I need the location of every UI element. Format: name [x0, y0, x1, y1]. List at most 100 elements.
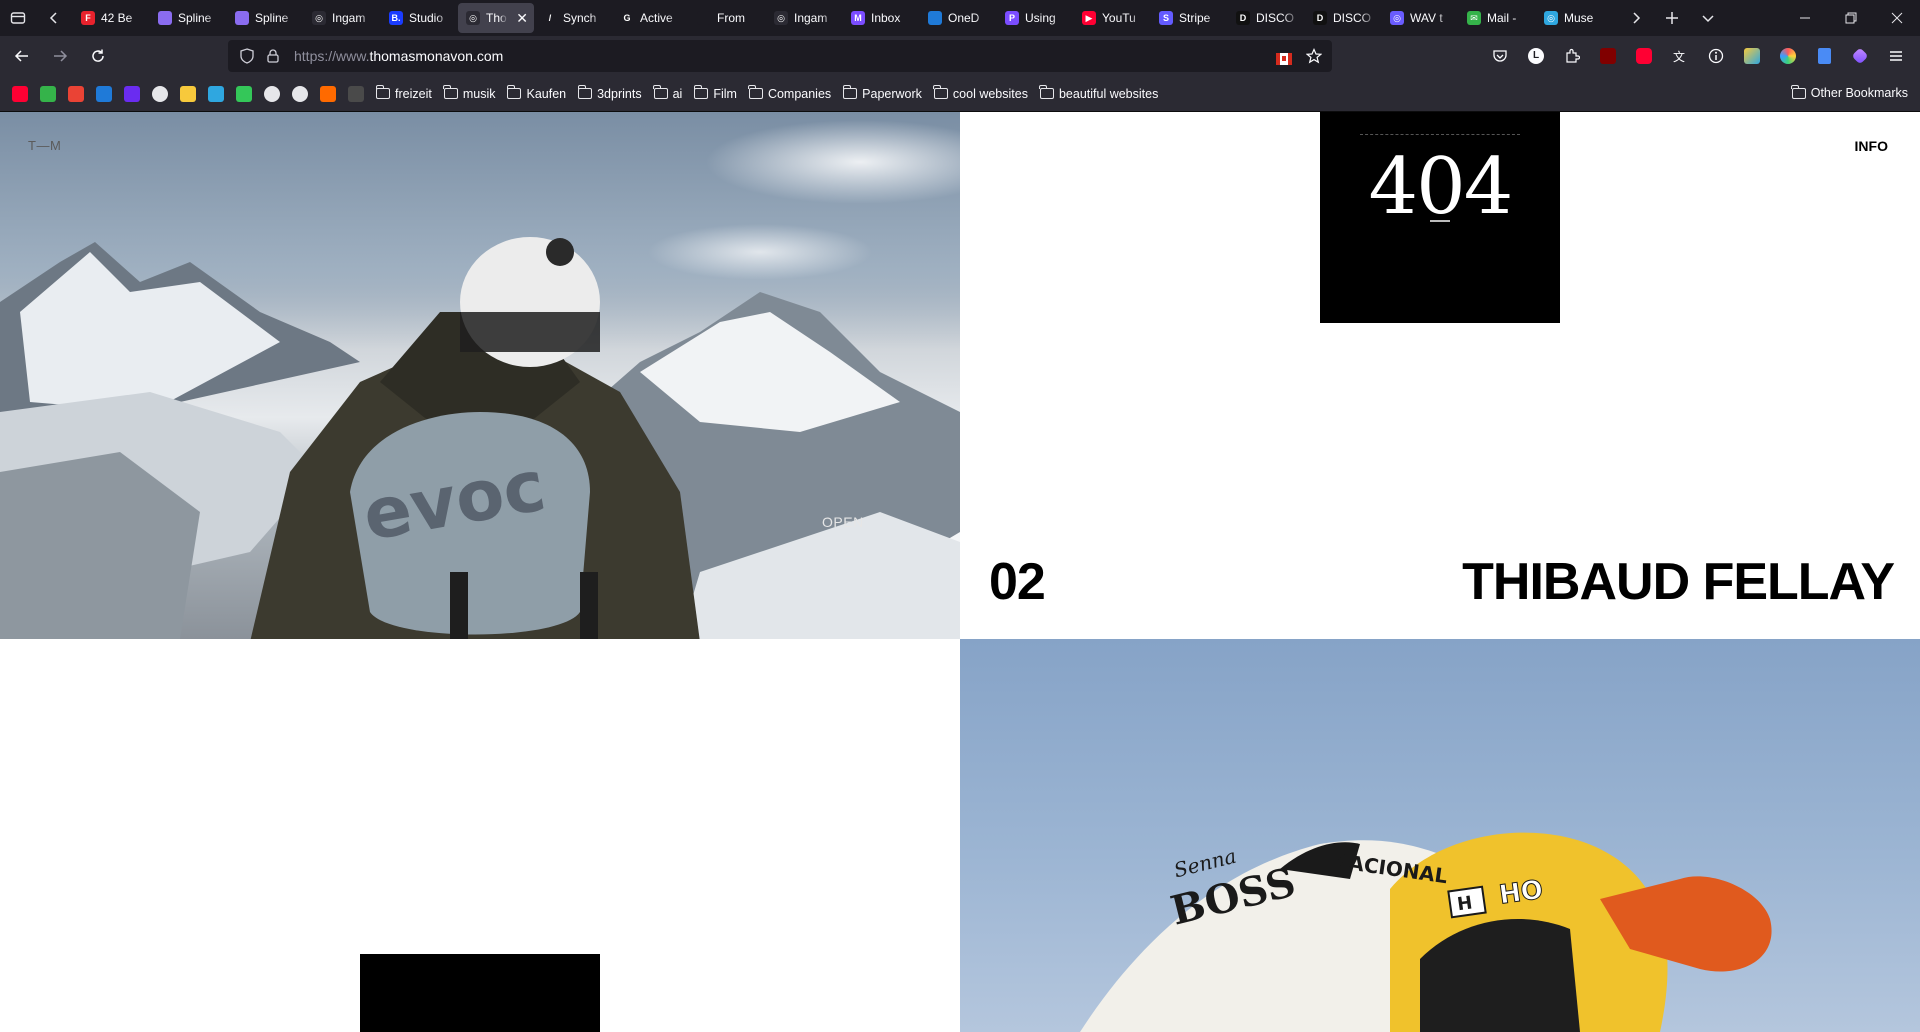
project-tile-dark[interactable]: [360, 954, 600, 1032]
tracking-protection-icon[interactable]: [234, 48, 260, 64]
tab-18[interactable]: ✉ Mail -: [1459, 3, 1535, 33]
tab-6[interactable]: / Synch: [535, 3, 611, 33]
color-picker-extension-icon[interactable]: [1734, 40, 1770, 72]
bookmark-folder-6[interactable]: Companies: [748, 85, 831, 101]
scroll-tabs-right-icon[interactable]: [1618, 0, 1654, 36]
bookmark-favicon-icon-9[interactable]: [264, 85, 280, 102]
tab-10[interactable]: M Inbox: [843, 3, 919, 33]
bookmark-favicon-icon-0[interactable]: [12, 85, 28, 102]
extensions-puzzle-icon[interactable]: [1554, 40, 1590, 72]
tab-label: DISCO: [1256, 11, 1295, 25]
bookmark-favicon-icon-3[interactable]: [96, 85, 112, 102]
extensions-toolbar: L 文: [1482, 40, 1914, 72]
bookmark-folder-0[interactable]: freizeit: [375, 85, 432, 101]
bookmark-favicon-icon-2[interactable]: [68, 85, 84, 102]
tab-label: Inbox: [871, 11, 901, 25]
tab-11[interactable]: OneD: [920, 3, 996, 33]
bookmark-favicon-icon-8[interactable]: [236, 85, 252, 102]
tab-4[interactable]: B. Studio: [381, 3, 457, 33]
bookmark-favicon-icon-5[interactable]: [152, 85, 168, 102]
bookmark-folder-label: Kaufen: [526, 86, 567, 101]
bookmark-favicon-icon-7[interactable]: [208, 85, 224, 102]
bookmark-folder-8[interactable]: cool websites: [933, 85, 1028, 101]
lock-icon[interactable]: [260, 49, 286, 63]
tab-favicon-icon: ◎: [1390, 11, 1404, 25]
bookmark-folder-5[interactable]: Film: [693, 85, 737, 101]
project-name[interactable]: THIBAUD FELLAY: [1462, 552, 1895, 612]
account-avatar-icon[interactable]: L: [1518, 40, 1554, 72]
info-extension-icon[interactable]: [1698, 40, 1734, 72]
tab-5[interactable]: ◎ Tho ✕: [458, 3, 534, 33]
bookmark-folder-9[interactable]: beautiful websites: [1039, 85, 1158, 101]
tab-favicon-icon: F: [81, 11, 95, 25]
tab-favicon-icon: ◎: [1544, 11, 1558, 25]
error-404-tile[interactable]: 404: [1320, 112, 1560, 323]
bookmark-folder-3[interactable]: 3dprints: [577, 85, 642, 101]
pocket-icon[interactable]: [1482, 40, 1518, 72]
tab-favicon-icon: P: [1005, 11, 1019, 25]
tab-19[interactable]: ◎ Muse: [1536, 3, 1612, 33]
url-text[interactable]: https://www.thomasmonavon.com: [294, 48, 503, 64]
tab-1[interactable]: Spline: [150, 3, 226, 33]
close-tab-icon[interactable]: ✕: [516, 10, 528, 27]
tab-12[interactable]: P Using: [997, 3, 1073, 33]
race-car-illustration: BOSS Senna NACIONAL H HO: [1080, 832, 1772, 1032]
project-image-skier[interactable]: evoc T—M OPEN: [0, 112, 960, 639]
bookmark-favicon-icon-4[interactable]: [124, 85, 140, 102]
palette-extension-icon[interactable]: [1770, 40, 1806, 72]
tab-3[interactable]: ◎ Ingam: [304, 3, 380, 33]
translate-icon[interactable]: 文: [1662, 40, 1698, 72]
list-all-tabs-icon[interactable]: [1690, 0, 1726, 36]
tab-7[interactable]: G Active: [612, 3, 688, 33]
new-tab-icon[interactable]: [1654, 0, 1690, 36]
other-bookmarks[interactable]: Other Bookmarks: [1791, 84, 1908, 100]
scroll-tabs-left-icon[interactable]: [36, 0, 72, 36]
bookmark-folder-2[interactable]: Kaufen: [506, 85, 567, 101]
app-menu-icon[interactable]: [1878, 40, 1914, 72]
bookmark-favicon-icon-1[interactable]: [40, 85, 56, 102]
bookmark-favicon-icon-11[interactable]: [320, 85, 336, 102]
project-image-senna[interactable]: BOSS Senna NACIONAL H HO: [960, 639, 1920, 1032]
window-controls: [1782, 0, 1920, 36]
bookmark-favicon-icon-10[interactable]: [292, 85, 308, 102]
firefox-view-icon[interactable]: [0, 0, 36, 36]
tab-favicon-icon: D: [1313, 11, 1327, 25]
tab-13[interactable]: ▶ YouTu: [1074, 3, 1150, 33]
url-prefix: https://www.: [294, 48, 370, 64]
forward-icon[interactable]: [44, 40, 76, 72]
site-logo[interactable]: T—M: [28, 138, 61, 153]
tab-8[interactable]: From: [689, 3, 765, 33]
back-icon[interactable]: [6, 40, 38, 72]
open-project-link[interactable]: OPEN: [822, 514, 864, 530]
document-extension-icon[interactable]: [1806, 40, 1842, 72]
tab-15[interactable]: D DISCO: [1228, 3, 1304, 33]
helmet-brand-text: HO: [1497, 875, 1545, 911]
tab-14[interactable]: S Stripe: [1151, 3, 1227, 33]
restore-icon[interactable]: [1828, 0, 1874, 36]
url-bar[interactable]: https://www.thomasmonavon.com: [228, 40, 1332, 72]
canada-flag-icon[interactable]: [1276, 52, 1292, 65]
info-link[interactable]: INFO: [1855, 138, 1888, 154]
tab-2[interactable]: Spline: [227, 3, 303, 33]
reload-icon[interactable]: [82, 40, 114, 72]
bookmark-folder-7[interactable]: Paperwork: [842, 85, 922, 101]
tab-17[interactable]: ◎ WAV t: [1382, 3, 1458, 33]
gem-extension-icon[interactable]: [1842, 40, 1878, 72]
tab-16[interactable]: D DISCO: [1305, 3, 1381, 33]
bookmark-star-icon[interactable]: [1305, 48, 1323, 69]
tab-9[interactable]: ◎ Ingam: [766, 3, 842, 33]
minimize-icon[interactable]: [1782, 0, 1828, 36]
tab-favicon-icon: S: [1159, 11, 1173, 25]
tab-0[interactable]: F 42 Be: [73, 3, 149, 33]
youtube-extension-icon[interactable]: [1626, 40, 1662, 72]
bookmark-favicon-icon-12[interactable]: [348, 85, 364, 102]
bookmark-folder-4[interactable]: ai: [653, 85, 682, 101]
tab-label: Mail -: [1487, 11, 1517, 25]
close-window-icon[interactable]: [1874, 0, 1920, 36]
tab-favicon-icon: M: [851, 11, 865, 25]
ublock-icon[interactable]: [1590, 40, 1626, 72]
bookmark-folder-1[interactable]: musik: [443, 85, 495, 101]
tab-favicon-icon: B.: [389, 11, 403, 25]
folder-icon: [1791, 84, 1806, 99]
bookmark-favicon-icon-6[interactable]: [180, 85, 196, 102]
